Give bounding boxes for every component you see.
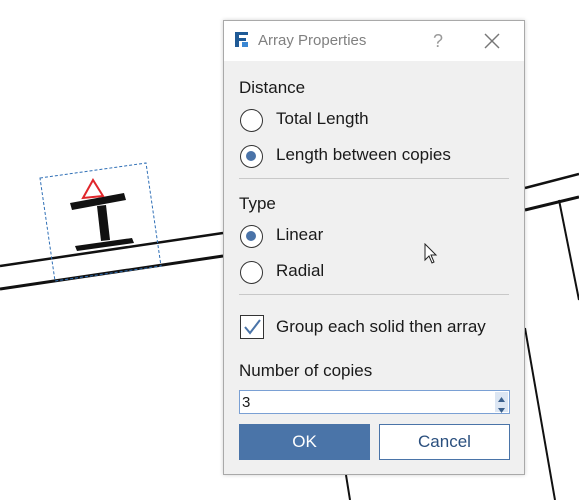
column-edge-line <box>558 199 579 301</box>
radio-label: Linear <box>276 225 324 244</box>
copies-input[interactable] <box>240 391 494 413</box>
help-button[interactable]: ? <box>426 29 450 53</box>
column-edge-line <box>524 327 556 500</box>
close-icon <box>484 33 500 49</box>
section-divider <box>239 294 509 295</box>
radio-label: Length between copies <box>276 145 451 164</box>
beam-edge-line <box>524 195 579 212</box>
radio-button-selected[interactable] <box>240 145 263 168</box>
radio-total-length[interactable]: Total Length <box>240 108 520 136</box>
spin-down-button[interactable] <box>495 402 508 413</box>
type-section-label: Type <box>239 194 276 213</box>
title-bar[interactable]: Array Properties ? <box>224 21 524 61</box>
i-beam-web <box>97 205 110 241</box>
distance-section-label: Distance <box>239 78 306 97</box>
radio-label: Radial <box>276 261 325 280</box>
copies-label: Number of copies <box>239 361 373 380</box>
radio-length-between-copies[interactable]: Length between copies <box>240 144 520 172</box>
radio-label: Total Length <box>276 109 369 128</box>
radio-button-selected[interactable] <box>240 225 263 248</box>
radio-dot <box>246 151 256 161</box>
spin-up-button[interactable] <box>495 392 508 402</box>
spin-down-icon <box>498 408 505 413</box>
copies-spinbox[interactable] <box>239 390 510 414</box>
cancel-button[interactable]: Cancel <box>379 424 510 460</box>
section-divider <box>239 178 509 179</box>
column-edge-line <box>345 474 351 500</box>
group-solid-checkbox-row[interactable]: Group each solid then array <box>240 315 522 343</box>
checkmark-icon <box>244 319 261 335</box>
dialog-title: Array Properties <box>258 32 367 49</box>
insertion-marker-icon <box>81 178 105 200</box>
array-properties-dialog: Array Properties ? Distance Total Length… <box>223 20 525 475</box>
radio-button[interactable] <box>240 109 263 132</box>
radio-dot <box>246 231 256 241</box>
close-button[interactable] <box>480 29 504 53</box>
selected-profile[interactable] <box>39 162 162 282</box>
radio-button[interactable] <box>240 261 263 284</box>
radio-linear[interactable]: Linear <box>240 224 520 252</box>
beam-edge-line <box>524 172 579 190</box>
mouse-pointer-icon <box>424 243 438 264</box>
checkbox-label: Group each solid then array <box>276 317 486 336</box>
group-solid-checkbox[interactable] <box>240 315 264 339</box>
app-logo-icon <box>233 31 250 48</box>
radio-radial[interactable]: Radial <box>240 260 520 288</box>
ok-button[interactable]: OK <box>239 424 370 460</box>
